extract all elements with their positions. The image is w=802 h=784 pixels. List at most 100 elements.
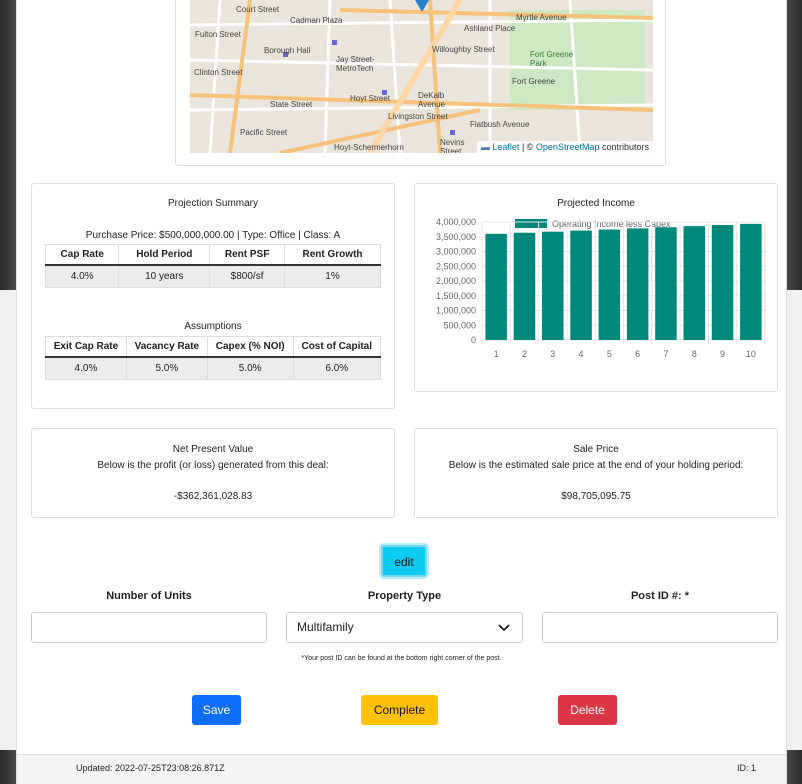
sale-value: $98,705,095.75 bbox=[561, 491, 631, 502]
legend-swatch bbox=[515, 219, 547, 228]
y-tick-label: 1,500,000 bbox=[436, 291, 476, 301]
income-chart: Operating Income less Capex 4,000,000 3,50… bbox=[436, 217, 766, 359]
map-label-myrtle-avenue: Myrtle Avenue bbox=[516, 13, 567, 22]
value-exit-cap-rate: 4.0% bbox=[45, 356, 127, 380]
x-tick-label: 9 bbox=[720, 349, 725, 359]
x-tick-label: 8 bbox=[692, 349, 697, 359]
edit-button[interactable]: edit bbox=[381, 545, 427, 577]
bar bbox=[740, 223, 762, 340]
attribution-separator: | © bbox=[519, 142, 536, 152]
projection-summary-panel: Projection Summary Purchase Price: $500,… bbox=[31, 183, 395, 409]
map-label-hoyt-schermerhorn: Hoyt-Schermerhorn bbox=[334, 143, 404, 152]
x-tick-label: 10 bbox=[746, 349, 756, 359]
map-label-livingston-street: Livingston Street bbox=[388, 112, 448, 121]
post-id-input[interactable] bbox=[542, 612, 778, 643]
property-type-label: Property Type bbox=[367, 590, 442, 602]
projected-income-panel: Projected Income Operating Income less C… bbox=[414, 183, 778, 392]
bar bbox=[485, 233, 507, 340]
x-tick-label: 4 bbox=[579, 349, 584, 359]
header-capex: Capex (% NOI) bbox=[206, 336, 294, 358]
sale-price-panel: Sale Price Below is the estimated sale p… bbox=[414, 428, 778, 518]
value-hold-period: 10 years bbox=[118, 264, 211, 288]
x-tick-label: 3 bbox=[550, 349, 555, 359]
x-tick-label: 6 bbox=[635, 349, 640, 359]
map-label-court-street: Court Street bbox=[236, 5, 280, 14]
map-label-cadman-plaza: Cadman Plaza bbox=[290, 16, 343, 25]
legend-label: Operating Income less Capex bbox=[552, 219, 671, 229]
value-cost-of-capital: 6.0% bbox=[292, 356, 382, 380]
sale-description: Below is the estimated sale price at the… bbox=[448, 460, 744, 471]
map-label-borough-hall: Borough Hall bbox=[264, 46, 311, 55]
projection-subtitle: Purchase Price: $500,000,000.00 | Type: … bbox=[85, 230, 341, 241]
chevron-down-icon bbox=[498, 624, 510, 632]
complete-button[interactable]: Complete bbox=[361, 695, 438, 725]
header-vacancy-rate: Vacancy Rate bbox=[125, 336, 208, 358]
bar bbox=[541, 231, 564, 340]
leaflet-link[interactable]: Leaflet bbox=[492, 142, 519, 152]
value-capex: 5.0% bbox=[206, 356, 294, 380]
header-exit-cap-rate: Exit Cap Rate bbox=[45, 336, 127, 358]
bar bbox=[513, 232, 536, 340]
assumptions-table: Exit Cap Rate Vacancy Rate Capex (% NOI)… bbox=[45, 336, 382, 380]
map-label-dekalb: DeKalb Avenue bbox=[418, 91, 445, 109]
map-label-flatbush-avenue: Flatbush Avenue bbox=[470, 120, 530, 129]
bar bbox=[626, 228, 649, 340]
y-tick-label: 3,500,000 bbox=[436, 232, 476, 242]
bar bbox=[711, 225, 734, 340]
map-label-state-street: State Street bbox=[270, 100, 313, 109]
post-footer: Updated: 2022-07-25T23:08:26.871Z ID: 1 bbox=[17, 754, 786, 784]
bar bbox=[570, 230, 592, 340]
property-type-select[interactable]: Multifamily bbox=[286, 612, 523, 643]
value-rent-psf: $800/sf bbox=[209, 264, 286, 288]
attribution-tail: contributors bbox=[599, 142, 649, 152]
map-label-nevins: Nevins Street bbox=[440, 138, 465, 153]
bar bbox=[683, 226, 706, 340]
delete-button[interactable]: Delete bbox=[558, 695, 617, 725]
units-input[interactable] bbox=[31, 612, 267, 643]
map-label-fulton-street: Fulton Street bbox=[195, 30, 241, 39]
value-cap-rate: 4.0% bbox=[44, 264, 120, 288]
map-label-willoughby-street: Willoughby Street bbox=[432, 45, 495, 54]
map[interactable]: Court Street Borough Hall Jay Street-Met… bbox=[190, 0, 653, 153]
bar bbox=[655, 227, 677, 340]
map-label-hoyt-street: Hoyt Street bbox=[350, 94, 391, 103]
post-card: Court Street Borough Hall Jay Street-Met… bbox=[16, 0, 787, 784]
npv-panel: Net Present Value Below is the profit (o… bbox=[31, 428, 395, 518]
y-tick-label: 2,500,000 bbox=[436, 261, 476, 271]
x-tick-label: 5 bbox=[607, 349, 612, 359]
header-hold-period: Hold Period bbox=[118, 244, 211, 266]
value-vacancy-rate: 5.0% bbox=[125, 356, 208, 380]
assumptions-title: Assumptions bbox=[184, 321, 242, 332]
post-id-label: Post ID #: * bbox=[630, 590, 690, 602]
units-label: Number of Units bbox=[106, 590, 192, 602]
x-tick-label: 1 bbox=[494, 349, 499, 359]
chart-title: Projected Income bbox=[557, 198, 635, 209]
map-label-ashland-place: Ashland Place bbox=[464, 24, 516, 33]
y-tick-label: 1,000,000 bbox=[436, 306, 476, 316]
map-container: Court Street Borough Hall Jay Street-Met… bbox=[175, 0, 666, 166]
post-id-hint: *Your post ID can be found at the bottom… bbox=[301, 655, 502, 662]
y-tick-label: 500,000 bbox=[443, 320, 476, 330]
updated-timestamp: Updated: 2022-07-25T23:08:26.871Z bbox=[76, 763, 225, 773]
bar bbox=[598, 229, 621, 340]
value-rent-growth: 1% bbox=[284, 264, 381, 288]
post-id: ID: 1 bbox=[736, 763, 756, 773]
y-tick-label: 3,000,000 bbox=[436, 247, 476, 257]
npv-title: Net Present Value bbox=[172, 444, 254, 455]
projection-table: Cap Rate Hold Period Rent PSF Rent Growt… bbox=[44, 244, 381, 288]
projection-title: Projection Summary bbox=[167, 198, 259, 209]
header-cap-rate: Cap Rate bbox=[44, 244, 120, 266]
map-label-jay-street: Jay Street-MetroTech bbox=[336, 55, 375, 73]
map-label-fort-greene: Fort Greene bbox=[512, 77, 556, 86]
y-tick-label: 4,000,000 bbox=[436, 217, 476, 227]
npv-description: Below is the profit (or loss) generated … bbox=[97, 460, 329, 471]
header-rent-growth: Rent Growth bbox=[284, 244, 381, 266]
save-button[interactable]: Save bbox=[192, 695, 241, 725]
sale-title: Sale Price bbox=[573, 444, 619, 455]
header-cost-of-capital: Cost of Capital bbox=[292, 336, 382, 358]
map-label-pacific-street: Pacific Street bbox=[240, 128, 288, 137]
map-label-fort-greene-park: Fort Greene Park bbox=[530, 50, 574, 68]
osm-link[interactable]: OpenStreetMap bbox=[536, 142, 600, 152]
y-tick-label: 0 bbox=[471, 335, 476, 345]
npv-value: -$362,361,028.83 bbox=[173, 491, 253, 502]
